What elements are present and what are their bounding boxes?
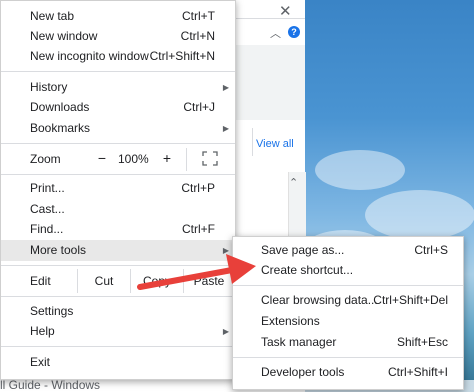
menu-item-label: Exit xyxy=(30,355,51,369)
menu-item-label: More tools xyxy=(30,243,87,257)
menu-item-label: Clear browsing data... xyxy=(261,293,378,307)
menu-item-more-tools[interactable]: More tools ▶ xyxy=(1,240,235,261)
menu-item-downloads[interactable]: Downloads Ctrl+J xyxy=(1,97,235,118)
menu-item-task-manager[interactable]: Task manager Shift+Esc xyxy=(233,332,463,353)
submenu-arrow-icon: ▶ xyxy=(222,327,229,336)
menu-separator xyxy=(233,357,463,358)
menu-item-new-incognito-window[interactable]: New incognito window Ctrl+Shift+N xyxy=(1,46,235,67)
menu-item-label: Extensions xyxy=(261,314,320,328)
scroll-up-icon[interactable]: ⌃ xyxy=(289,176,298,189)
menu-item-extensions[interactable]: Extensions xyxy=(233,311,463,332)
menu-item-label: Find... xyxy=(30,222,64,236)
edit-row: Edit Cut Copy Paste xyxy=(1,269,235,293)
menu-item-cast[interactable]: Cast... xyxy=(1,199,235,220)
edit-label: Edit xyxy=(30,274,51,288)
menu-item-create-shortcut[interactable]: Create shortcut... xyxy=(233,260,463,281)
zoom-level: 100% xyxy=(118,152,149,166)
copy-button[interactable]: Copy xyxy=(131,269,183,293)
shortcut-label: Ctrl+Shift+N xyxy=(149,49,215,63)
menu-item-label: Print... xyxy=(30,181,65,195)
zoom-out-button[interactable]: − xyxy=(95,150,109,166)
shortcut-label: Ctrl+P xyxy=(181,181,215,195)
help-icon[interactable]: ? xyxy=(288,26,300,38)
zoom-label: Zoom xyxy=(30,152,61,166)
menu-item-help[interactable]: Help ▶ xyxy=(1,321,235,342)
menu-item-settings[interactable]: Settings xyxy=(1,301,235,322)
menu-item-label: New tab xyxy=(30,9,75,23)
cut-button[interactable]: Cut xyxy=(78,269,130,293)
shortcut-label: Shift+Esc xyxy=(396,335,448,349)
menu-item-history[interactable]: History ▶ xyxy=(1,77,235,98)
menu-separator xyxy=(1,296,235,297)
shortcut-label: Ctrl+Shift+I xyxy=(387,365,448,379)
shortcut-label: Ctrl+F xyxy=(182,222,215,236)
more-tools-submenu: Save page as... Ctrl+S Create shortcut..… xyxy=(232,236,464,390)
fullscreen-icon[interactable] xyxy=(202,151,218,166)
chevron-up-icon[interactable]: ︿ xyxy=(270,25,281,41)
menu-item-developer-tools[interactable]: Developer tools Ctrl+Shift+I xyxy=(233,362,463,383)
menu-item-label: Task manager xyxy=(261,335,337,349)
shortcut-label: Ctrl+J xyxy=(183,100,215,114)
shortcut-label: Ctrl+T xyxy=(182,9,215,23)
menu-separator xyxy=(1,143,235,144)
zoom-row: Zoom − 100% + xyxy=(1,148,235,171)
menu-separator xyxy=(1,346,235,347)
menu-item-label: New incognito window xyxy=(30,49,149,63)
side-panel xyxy=(236,45,305,120)
menu-item-label: Save page as... xyxy=(261,243,345,257)
close-icon[interactable]: ✕ xyxy=(279,2,292,20)
menu-item-new-tab[interactable]: New tab Ctrl+T xyxy=(1,6,235,27)
submenu-arrow-icon: ▶ xyxy=(222,124,229,133)
menu-item-label: Help xyxy=(30,324,55,338)
menu-separator xyxy=(1,71,235,72)
menu-item-exit[interactable]: Exit xyxy=(1,352,235,373)
submenu-arrow-icon: ▶ xyxy=(222,83,229,92)
menu-item-label: Developer tools xyxy=(261,365,345,379)
shortcut-label: Ctrl+S xyxy=(414,243,448,257)
page-title-fragment: ll Guide - Windows xyxy=(0,378,101,392)
menu-item-bookmarks[interactable]: Bookmarks ▶ xyxy=(1,118,235,139)
chrome-main-menu: New tab Ctrl+T New window Ctrl+N New inc… xyxy=(0,0,236,380)
menu-item-find[interactable]: Find... Ctrl+F xyxy=(1,219,235,240)
menu-item-label: History xyxy=(30,80,68,94)
shortcut-label: Ctrl+N xyxy=(180,29,215,43)
view-all-link[interactable]: View all xyxy=(256,138,294,150)
submenu-arrow-icon: ▶ xyxy=(222,246,229,255)
menu-item-label: Downloads xyxy=(30,100,90,114)
menu-item-save-page-as[interactable]: Save page as... Ctrl+S xyxy=(233,240,463,261)
menu-item-label: Create shortcut... xyxy=(261,263,354,277)
menu-separator xyxy=(1,265,235,266)
menu-item-print[interactable]: Print... Ctrl+P xyxy=(1,178,235,199)
shortcut-label: Ctrl+Shift+Del xyxy=(373,293,448,307)
menu-separator xyxy=(233,285,463,286)
menu-separator xyxy=(1,174,235,175)
paste-button[interactable]: Paste xyxy=(184,269,234,293)
menu-item-new-window[interactable]: New window Ctrl+N xyxy=(1,26,235,47)
menu-item-label: Bookmarks xyxy=(30,121,91,135)
menu-item-label: Cast... xyxy=(30,202,65,216)
menu-item-label: Settings xyxy=(30,304,74,318)
zoom-in-button[interactable]: + xyxy=(160,150,174,166)
menu-item-label: New window xyxy=(30,29,98,43)
menu-item-clear-browsing-data[interactable]: Clear browsing data... Ctrl+Shift+Del xyxy=(233,290,463,311)
